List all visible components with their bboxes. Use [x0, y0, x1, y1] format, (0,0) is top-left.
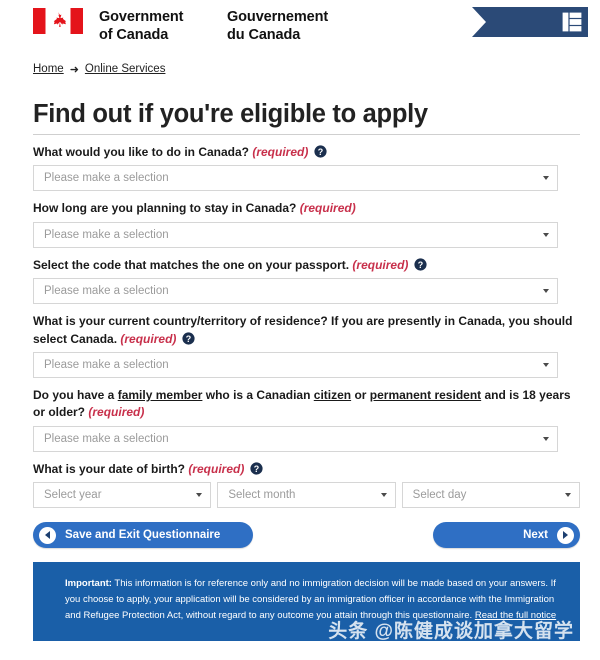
breadcrumb: Home ➜ Online Services — [33, 60, 600, 78]
arrow-right-circle-icon — [557, 526, 574, 544]
field-what-to-do: What would you like to do in Canada? (re… — [33, 144, 580, 192]
required-marker: (required) — [188, 461, 245, 476]
select-value: Please make a selection — [44, 172, 169, 185]
select-birth-year[interactable]: Select year — [33, 482, 212, 509]
select-value: Select day — [412, 489, 467, 502]
select-value: Select year — [44, 489, 102, 502]
chevron-down-icon — [543, 289, 549, 294]
brand-english: Government of Canada — [99, 8, 227, 44]
required-marker: (required) — [299, 201, 356, 216]
field-date-of-birth: What is your date of birth? (required) ?… — [33, 461, 580, 509]
government-of-canada-brand: Government of Canada Gouvernement du Can… — [33, 8, 357, 44]
brand-english-line1: Government — [99, 9, 184, 25]
notice-label: Important: — [65, 578, 112, 590]
next-button[interactable]: Next — [433, 522, 580, 549]
main-content: Find out if you're eligible to apply Wha… — [0, 100, 600, 642]
required-marker: (required) — [252, 145, 309, 160]
required-marker: (required) — [88, 405, 145, 420]
field-family-member: Do you have a family member who is a Can… — [33, 387, 580, 452]
brand-french-line1: Gouvernement — [227, 9, 329, 25]
notice-body: Important: This information is for refer… — [65, 578, 556, 620]
chevron-down-icon — [543, 363, 549, 367]
inline-text: who is a Canadian — [202, 388, 314, 402]
brand-wordmark: Government of Canada Gouvernement du Can… — [99, 8, 357, 44]
save-and-exit-label: Save and Exit Questionnaire — [65, 529, 221, 542]
help-circle-icon[interactable]: ? — [414, 258, 427, 271]
select-value: Please make a selection — [44, 359, 169, 371]
chevron-down-icon — [543, 232, 549, 237]
select-country-residence[interactable]: Please make a selection — [33, 352, 558, 378]
svg-text:?: ? — [253, 464, 258, 474]
breadcrumb-arrow-icon: ➜ — [69, 63, 79, 76]
select-birth-month[interactable]: Select month — [217, 482, 396, 509]
inline-link[interactable]: citizen — [314, 388, 351, 402]
select-value: Select month — [228, 489, 296, 502]
select-how-long[interactable]: Please make a selection — [33, 221, 558, 248]
grid-menu-icon — [561, 11, 583, 33]
important-notice: Important: This information is for refer… — [33, 562, 580, 642]
select-value: Please make a selection — [44, 285, 169, 298]
help-circle-icon[interactable]: ? — [182, 332, 195, 345]
form-actions: Save and Exit Questionnaire Next — [33, 522, 580, 549]
arrow-left-circle-icon — [39, 526, 56, 544]
required-marker: (required) — [120, 331, 177, 346]
brand-english-line2: of Canada — [99, 27, 169, 44]
inline-text: Do you have a — [33, 388, 118, 402]
site-header: Government of Canada Gouvernement du Can… — [0, 0, 600, 56]
select-what-to-do[interactable]: Please make a selection — [33, 165, 558, 192]
help-circle-icon[interactable]: ? — [314, 145, 327, 158]
inline-link[interactable]: family member — [118, 388, 203, 402]
select-birth-day[interactable]: Select day — [401, 482, 580, 509]
select-passport-code[interactable]: Please make a selection — [33, 278, 558, 305]
brand-french: Gouvernement du Canada — [227, 8, 357, 44]
label-family-member: Do you have a family member who is a Can… — [33, 387, 580, 422]
label-how-long: How long are you planning to stay in Can… — [33, 200, 580, 217]
date-of-birth-selects: Select year Select month Select day — [33, 482, 580, 509]
breadcrumb-link-home[interactable]: Home — [33, 63, 64, 75]
question-text-date-of-birth: What is your date of birth? — [33, 461, 185, 476]
canada-flag-icon — [33, 8, 83, 34]
save-and-exit-button[interactable]: Save and Exit Questionnaire — [33, 522, 253, 549]
breadcrumb-link-online-services[interactable]: Online Services — [85, 63, 166, 75]
field-passport-code: Select the code that matches the one on … — [33, 257, 580, 305]
field-how-long: How long are you planning to stay in Can… — [33, 200, 580, 248]
chevron-down-icon — [380, 493, 387, 498]
chevron-down-icon — [543, 176, 549, 181]
select-family-member[interactable]: Please make a selection — [33, 425, 558, 452]
label-date-of-birth: What is your date of birth? (required) ? — [33, 461, 580, 478]
label-passport-code: Select the code that matches the one on … — [33, 257, 580, 274]
svg-text:?: ? — [186, 333, 191, 343]
chevron-down-icon — [196, 493, 203, 498]
chevron-down-icon — [543, 436, 549, 441]
brand-french-line2: du Canada — [227, 27, 301, 44]
menu-ribbon-banner[interactable] — [472, 7, 588, 37]
help-circle-icon[interactable]: ? — [250, 462, 263, 475]
select-value: Please make a selection — [44, 228, 169, 241]
field-country-residence: What is your current country/territory o… — [33, 313, 580, 378]
select-value: Please make a selection — [44, 432, 169, 445]
label-what-to-do: What would you like to do in Canada? (re… — [33, 144, 580, 161]
required-marker: (required) — [352, 257, 409, 272]
chevron-down-icon — [564, 493, 571, 498]
question-text-how-long: How long are you planning to stay in Can… — [33, 201, 297, 216]
question-text-what-to-do: What would you like to do in Canada? — [33, 145, 249, 160]
svg-text:?: ? — [418, 260, 423, 270]
inline-link[interactable]: permanent resident — [370, 388, 481, 402]
read-full-notice-link[interactable]: Read the full notice — [475, 610, 556, 621]
title-divider — [33, 134, 580, 136]
question-text-country-residence: What is your current country/territory o… — [33, 314, 573, 346]
question-text-passport-code: Select the code that matches the one on … — [33, 257, 350, 272]
svg-text:?: ? — [317, 147, 322, 157]
inline-text: or — [351, 388, 370, 402]
page-title: Find out if you're eligible to apply — [33, 100, 428, 128]
next-label: Next — [523, 529, 548, 542]
label-country-residence: What is your current country/territory o… — [33, 313, 580, 348]
